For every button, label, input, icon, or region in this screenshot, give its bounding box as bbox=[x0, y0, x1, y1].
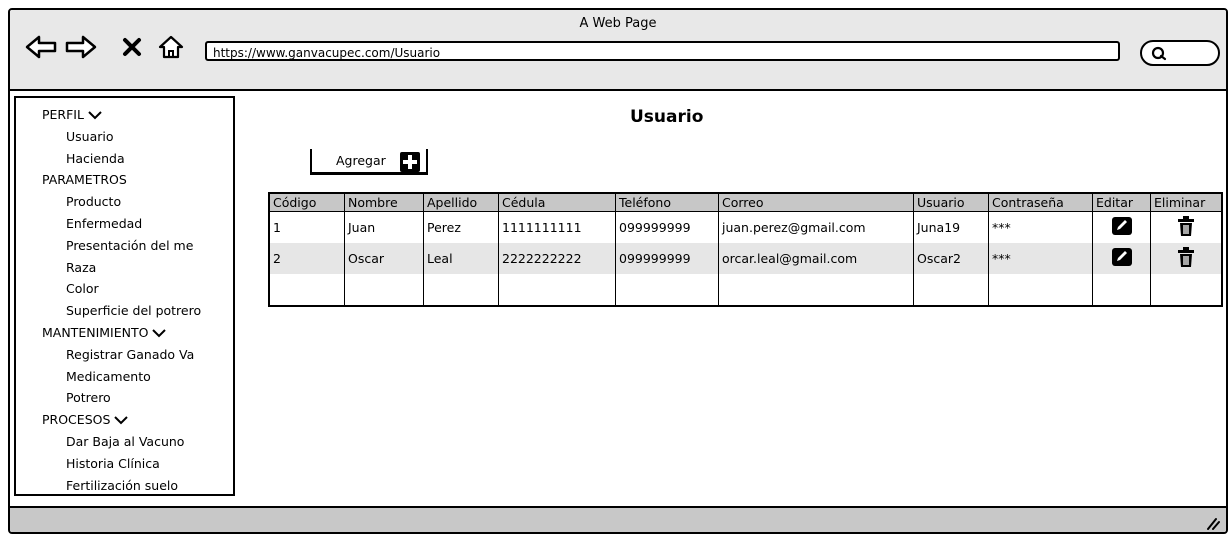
cell-contrasena: *** bbox=[988, 243, 1093, 274]
arrow-right-icon bbox=[65, 35, 97, 59]
sidebar-group-perfil[interactable]: PERFIL bbox=[16, 104, 233, 126]
edit-cell[interactable] bbox=[1092, 211, 1151, 243]
resize-grip-icon[interactable] bbox=[1204, 514, 1220, 530]
cell-usuario: Oscar2 bbox=[913, 243, 989, 274]
sidebar-item-raza[interactable]: Raza bbox=[16, 257, 233, 279]
sidebar-menu: PERFIL Usuario Hacienda PARAMETROS Produ… bbox=[14, 96, 235, 496]
chevron-down-icon bbox=[114, 416, 129, 425]
cell-telefono: 099999999 bbox=[615, 211, 719, 243]
sidebar-item-dar-baja[interactable]: Dar Baja al Vacuno bbox=[16, 431, 233, 453]
cell-empty bbox=[1150, 274, 1223, 306]
window-title: A Web Page bbox=[579, 16, 657, 31]
col-eliminar[interactable]: Eliminar bbox=[1150, 193, 1223, 212]
cell-empty bbox=[268, 274, 345, 306]
plus-icon bbox=[400, 152, 420, 172]
cell-nombre: Juan bbox=[344, 211, 424, 243]
sidebar-item-potrero[interactable]: Potrero bbox=[16, 387, 233, 409]
sidebar-item-color[interactable]: Color bbox=[16, 278, 233, 300]
cell-empty bbox=[423, 274, 499, 306]
cell-apellido: Perez bbox=[423, 211, 499, 243]
cell-empty bbox=[344, 274, 424, 306]
sidebar-item-presentacion[interactable]: Presentación del me bbox=[16, 235, 233, 257]
sidebar-item-fertilizacion[interactable]: Fertilización suelo bbox=[16, 475, 233, 497]
trash-icon[interactable] bbox=[1176, 215, 1196, 237]
col-telefono[interactable]: Teléfono bbox=[615, 193, 719, 212]
sidebar-item-hacienda[interactable]: Hacienda bbox=[16, 148, 233, 170]
stop-button[interactable] bbox=[120, 34, 144, 60]
page-title: Usuario bbox=[630, 107, 704, 127]
cell-cedula: 2222222222 bbox=[498, 243, 616, 274]
add-button-label: Agregar bbox=[336, 153, 386, 168]
table-row[interactable]: 2 Oscar Leal 2222222222 099999999 orcar.… bbox=[268, 243, 1223, 274]
col-apellido[interactable]: Apellido bbox=[423, 193, 499, 212]
col-nombre[interactable]: Nombre bbox=[344, 193, 424, 212]
col-contrasena[interactable]: Contraseña bbox=[988, 193, 1093, 212]
cell-telefono: 099999999 bbox=[615, 243, 719, 274]
pencil-icon[interactable] bbox=[1111, 216, 1133, 236]
cell-empty bbox=[498, 274, 616, 306]
cell-empty bbox=[1092, 274, 1151, 306]
cell-empty bbox=[913, 274, 989, 306]
sidebar-group-procesos[interactable]: PROCESOS bbox=[16, 409, 233, 431]
sidebar-item-superficie[interactable]: Superficie del potrero bbox=[16, 300, 233, 322]
sidebar-item-medicamento[interactable]: Medicamento bbox=[16, 366, 233, 388]
address-bar[interactable]: https://www.ganvacupec.com/Usuario bbox=[205, 41, 1120, 61]
col-correo[interactable]: Correo bbox=[718, 193, 914, 212]
sidebar-group-parametros[interactable]: PARAMETROS bbox=[16, 169, 233, 191]
table-row[interactable]: 1 Juan Perez 1111111111 099999999 juan.p… bbox=[268, 211, 1223, 243]
cell-codigo: 1 bbox=[268, 211, 345, 243]
chevron-down-icon bbox=[152, 329, 167, 338]
cell-nombre: Oscar bbox=[344, 243, 424, 274]
search-icon bbox=[1151, 46, 1167, 61]
table-header-row: Código Nombre Apellido Cédula Teléfono C… bbox=[268, 193, 1223, 212]
arrow-left-icon bbox=[25, 35, 57, 59]
sidebar-group-mantenimiento[interactable]: MANTENIMIENTO bbox=[16, 322, 233, 344]
browser-toolbar: A Web Page https://www.ganvacupec.com/Us… bbox=[10, 10, 1226, 91]
cell-empty bbox=[718, 274, 914, 306]
cell-empty bbox=[615, 274, 719, 306]
edit-cell[interactable] bbox=[1092, 243, 1151, 274]
col-codigo[interactable]: Código bbox=[268, 193, 345, 212]
sidebar-item-historia-clinica[interactable]: Historia Clínica bbox=[16, 453, 233, 475]
add-button[interactable]: Agregar bbox=[310, 149, 428, 175]
table-row-empty bbox=[268, 274, 1223, 306]
home-button[interactable] bbox=[156, 34, 186, 60]
cell-contrasena: *** bbox=[988, 211, 1093, 243]
browser-window: A Web Page https://www.ganvacupec.com/Us… bbox=[8, 8, 1228, 534]
close-icon bbox=[123, 38, 141, 56]
delete-cell[interactable] bbox=[1150, 243, 1223, 274]
back-button[interactable] bbox=[24, 34, 58, 60]
search-button[interactable] bbox=[1140, 40, 1220, 66]
chevron-down-icon bbox=[88, 111, 102, 120]
pencil-icon[interactable] bbox=[1111, 247, 1133, 267]
cell-empty bbox=[988, 274, 1093, 306]
forward-button[interactable] bbox=[64, 34, 98, 60]
cell-usuario: Juna19 bbox=[913, 211, 989, 243]
trash-icon[interactable] bbox=[1176, 246, 1196, 268]
cell-correo: juan.perez@gmail.com bbox=[718, 211, 914, 243]
users-table: Código Nombre Apellido Cédula Teléfono C… bbox=[268, 192, 1223, 307]
status-bar bbox=[10, 506, 1226, 532]
cell-cedula: 1111111111 bbox=[498, 211, 616, 243]
home-icon bbox=[158, 35, 184, 59]
sidebar-item-registrar-ganado[interactable]: Registrar Ganado Va bbox=[16, 344, 233, 366]
col-cedula[interactable]: Cédula bbox=[498, 193, 616, 212]
sidebar-item-usuario[interactable]: Usuario bbox=[16, 126, 233, 148]
cell-codigo: 2 bbox=[268, 243, 345, 274]
cell-apellido: Leal bbox=[423, 243, 499, 274]
sidebar-item-producto[interactable]: Producto bbox=[16, 191, 233, 213]
cell-correo: orcar.leal@gmail.com bbox=[718, 243, 914, 274]
col-editar[interactable]: Editar bbox=[1092, 193, 1151, 212]
col-usuario[interactable]: Usuario bbox=[913, 193, 989, 212]
delete-cell[interactable] bbox=[1150, 211, 1223, 243]
sidebar-item-enfermedad[interactable]: Enfermedad bbox=[16, 213, 233, 235]
